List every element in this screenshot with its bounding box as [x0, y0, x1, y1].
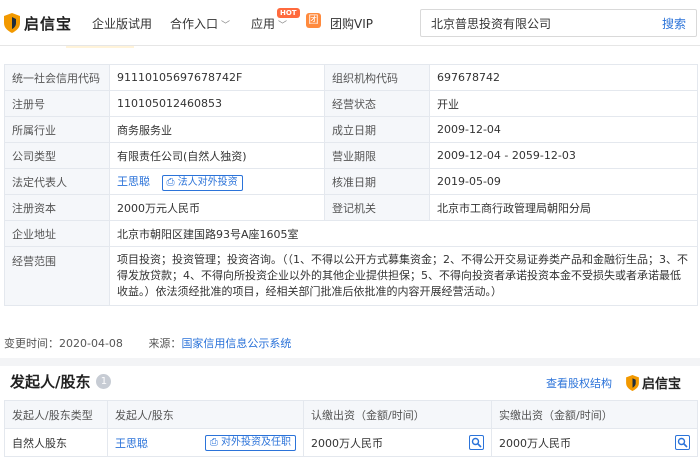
holder-cell: 王思聪 ⎙ 对外投资及任职 [107, 428, 304, 457]
changed-label: 变更时间： [4, 337, 59, 350]
chevron-down-icon: ﹀ [278, 21, 288, 31]
group-buy-icon: 团 [306, 13, 321, 28]
paid-amount: 2000万人民币 [499, 436, 571, 450]
table-row: 企业地址 北京市朝阳区建国路93号A座1605室 [4, 220, 698, 247]
subscribed-cell: 2000万人民币 [303, 428, 492, 457]
brand-logo[interactable]: 启信宝 [4, 12, 72, 34]
paid-cell: 2000万人民币 [491, 428, 698, 457]
section-brand: 启信宝 [626, 373, 681, 392]
business-info-table: 统一社会信用代码 91110105697678742F 组织机构代码 69767… [4, 64, 698, 306]
label-status: 经营状态 [324, 90, 430, 117]
label-approval-date: 核准日期 [324, 168, 430, 195]
source-label: 来源： [148, 337, 182, 350]
table-row: 法定代表人 王思聪 ⎙ 法人对外投资 核准日期 2019-05-09 [4, 168, 698, 195]
value-company-type: 有限责任公司(自然人独资) [109, 142, 325, 169]
doc-icon: ⎙ [209, 436, 218, 448]
value-org-code: 697678742 [429, 64, 698, 91]
nav-partner-label: 合作入口 [170, 17, 219, 31]
view-equity-structure-link[interactable]: 查看股权结构 [546, 375, 612, 391]
label-founded: 成立日期 [324, 116, 430, 143]
investment-button-label: 法人对外投资 [177, 176, 238, 188]
source-link[interactable]: 国家信用信息公示系统 [181, 337, 291, 350]
holder-name-link[interactable]: 王思聪 [115, 435, 148, 451]
changed-date: 2020-04-08 [59, 337, 123, 350]
table-row: 注册号 110105012460853 经营状态 开业 [4, 90, 698, 117]
section-divider [0, 358, 700, 366]
value-legal-rep: 王思聪 ⎙ 法人对外投资 [109, 168, 325, 195]
search-input[interactable] [421, 10, 646, 36]
search-box: 搜索 [420, 9, 697, 37]
label-capital: 注册资本 [4, 194, 110, 221]
hot-badge: HOT [277, 8, 300, 18]
header-paid: 实缴出资（金额/时间） [491, 400, 698, 429]
label-company-type: 公司类型 [4, 142, 110, 169]
label-authority: 登记机关 [324, 194, 430, 221]
value-capital: 2000万元人民币 [109, 194, 325, 221]
shield-logo-icon [4, 13, 20, 33]
search-icon[interactable] [469, 435, 484, 450]
table-row: 注册资本 2000万元人民币 登记机关 北京市工商行政管理局朝阳分局 [4, 194, 698, 221]
value-founded: 2009-12-04 [429, 116, 698, 143]
holder-type: 自然人股东 [4, 428, 108, 457]
value-credit-code: 91110105697678742F [109, 64, 325, 91]
nav-group-vip[interactable]: 团购VIP [330, 15, 373, 32]
holder-button-label: 对外投资及任职 [221, 436, 291, 448]
shareholders-table: 发起人/股东类型 发起人/股东 认缴出资（金额/时间） 实缴出资（金额/时间） … [4, 400, 698, 457]
table-header-row: 发起人/股东类型 发起人/股东 认缴出资（金额/时间） 实缴出资（金额/时间） [4, 400, 698, 429]
label-credit-code: 统一社会信用代码 [4, 64, 110, 91]
table-row: 所属行业 商务服务业 成立日期 2009-12-04 [4, 116, 698, 143]
shareholders-title-text: 发起人/股东 [10, 373, 91, 391]
shareholders-title: 发起人/股东 1 [10, 371, 112, 392]
label-scope: 经营范围 [4, 246, 110, 306]
brand-name: 启信宝 [24, 14, 73, 33]
value-reg-number: 110105012460853 [109, 90, 325, 117]
header-subscribed: 认缴出资（金额/时间） [303, 400, 492, 429]
chevron-down-icon: ﹀ [221, 21, 231, 31]
value-status: 开业 [429, 90, 698, 117]
nav-apps-label: 应用 [251, 17, 276, 31]
nav-enterprise-trial[interactable]: 企业版试用 [92, 15, 152, 32]
value-approval-date: 2019-05-09 [429, 168, 698, 195]
table-row: 自然人股东 王思聪 ⎙ 对外投资及任职 2000万人民币 2000万人民币 [4, 428, 698, 457]
shield-logo-icon [626, 374, 639, 391]
top-navbar: 启信宝 企业版试用 合作入口﹀ 应用﹀ HOT 团 团购VIP 搜索 [0, 0, 700, 46]
search-icon[interactable] [675, 435, 690, 450]
shareholders-count-badge: 1 [96, 374, 112, 389]
label-address: 企业地址 [4, 220, 110, 247]
subscribed-amount: 2000万人民币 [311, 436, 383, 450]
section-brand-name: 启信宝 [642, 377, 682, 392]
update-meta: 变更时间：2020-04-08 来源：国家信用信息公示系统 [4, 335, 291, 351]
value-authority: 北京市工商行政管理局朝阳分局 [429, 194, 698, 221]
legal-rep-link[interactable]: 王思聪 [117, 175, 150, 188]
value-scope: 项目投资；投资管理；投资咨询。（（1、不得以公开方式募集资金；2、不得公开交易证… [109, 246, 698, 306]
header-holder-type: 发起人/股东类型 [4, 400, 108, 429]
table-row: 公司类型 有限责任公司(自然人独资) 营业期限 2009-12-04 - 205… [4, 142, 698, 169]
value-address: 北京市朝阳区建国路93号A座1605室 [109, 220, 698, 247]
label-term: 营业期限 [324, 142, 430, 169]
doc-icon: ⎙ [166, 176, 175, 188]
search-button[interactable]: 搜索 [662, 15, 686, 32]
value-term: 2009-12-04 - 2059-12-03 [429, 142, 698, 169]
label-legal-rep: 法定代表人 [4, 168, 110, 195]
label-org-code: 组织机构代码 [324, 64, 430, 91]
table-row: 经营范围 项目投资；投资管理；投资咨询。（（1、不得以公开方式募集资金；2、不得… [4, 246, 698, 306]
header-holder: 发起人/股东 [107, 400, 304, 429]
table-row: 统一社会信用代码 91110105697678742F 组织机构代码 69767… [4, 64, 698, 91]
holder-investment-button[interactable]: ⎙ 对外投资及任职 [204, 434, 296, 451]
nav-partner-entry[interactable]: 合作入口 ﹀ [170, 15, 230, 32]
legal-rep-investment-button[interactable]: ⎙ 法人对外投资 [161, 174, 243, 191]
value-industry: 商务服务业 [109, 116, 325, 143]
label-industry: 所属行业 [4, 116, 110, 143]
label-reg-number: 注册号 [4, 90, 110, 117]
